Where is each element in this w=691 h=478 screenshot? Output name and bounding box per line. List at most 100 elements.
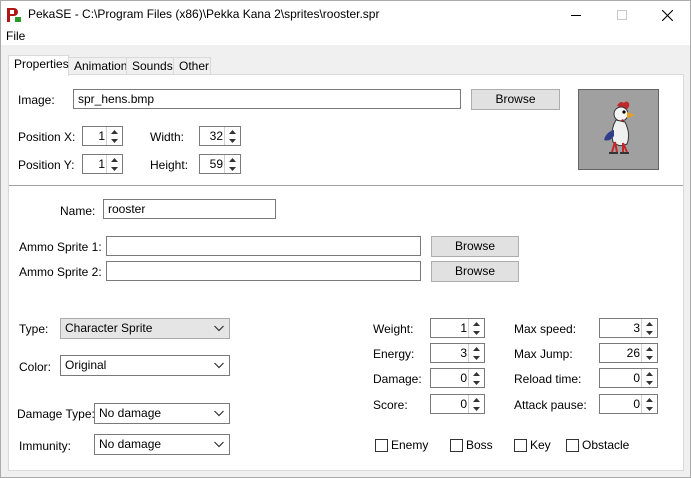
spin-up-icon[interactable] (107, 127, 122, 136)
damage-spinner[interactable]: 0 (430, 368, 485, 388)
spin-down-icon[interactable] (107, 164, 122, 173)
tab-other[interactable]: Other (173, 57, 211, 75)
type-value: Character Sprite (65, 321, 153, 335)
reload-time-spinner[interactable]: 0 (599, 368, 658, 388)
maximize-button[interactable] (599, 1, 645, 29)
energy-label: Energy: (373, 347, 415, 361)
minimize-button[interactable] (553, 1, 599, 29)
spin-down-icon[interactable] (469, 353, 484, 362)
immunity-value: No damage (99, 437, 162, 451)
spin-down-icon[interactable] (642, 328, 657, 337)
energy-value: 3 (460, 346, 467, 360)
max-speed-spinner[interactable]: 3 (599, 318, 658, 338)
width-label: Width: (150, 130, 185, 144)
boss-checkbox-label[interactable]: Boss (466, 438, 493, 452)
menu-file[interactable]: File (6, 29, 25, 43)
score-label: Score: (373, 398, 408, 412)
close-icon (661, 9, 673, 21)
reload-time-label: Reload time: (514, 372, 582, 386)
chevron-down-icon (214, 410, 224, 417)
obstacle-checkbox[interactable] (566, 439, 579, 452)
spin-down-icon[interactable] (225, 136, 240, 145)
color-dropdown[interactable]: Original (60, 355, 230, 376)
key-checkbox[interactable] (514, 439, 527, 452)
energy-spinner[interactable]: 3 (430, 343, 485, 363)
rooster-sprite-image (604, 101, 635, 154)
reload-time-value: 0 (633, 371, 640, 385)
title-bar[interactable]: PekaSE - C:\Program Files (x86)\Pekka Ka… (1, 1, 690, 29)
spin-up-icon[interactable] (642, 344, 657, 353)
position-x-label: Position X: (18, 130, 76, 144)
height-spinner[interactable]: 59 (199, 154, 241, 174)
close-button[interactable] (644, 1, 690, 29)
chevron-down-icon (214, 362, 224, 369)
spin-up-icon[interactable] (107, 155, 122, 164)
ammo-sprite-1-label: Ammo Sprite 1: (19, 240, 102, 254)
spin-down-icon[interactable] (469, 404, 484, 413)
sprite-preview (578, 89, 659, 170)
ammo-sprite-2-field[interactable] (106, 261, 421, 281)
tab-properties[interactable]: Properties (8, 55, 69, 76)
spin-up-icon[interactable] (642, 395, 657, 404)
spin-down-icon[interactable] (469, 328, 484, 337)
max-speed-value: 3 (633, 321, 640, 335)
type-label: Type: (19, 322, 49, 336)
boss-checkbox[interactable] (450, 439, 463, 452)
width-spinner[interactable]: 32 (199, 126, 241, 146)
spin-up-icon[interactable] (225, 127, 240, 136)
spin-down-icon[interactable] (642, 404, 657, 413)
damage-value: 0 (460, 371, 467, 385)
spin-up-icon[interactable] (469, 369, 484, 378)
damage-type-dropdown[interactable]: No damage (94, 403, 230, 424)
ammo-sprite-1-field[interactable] (106, 236, 421, 256)
spin-down-icon[interactable] (107, 136, 122, 145)
menu-bar: File (1, 29, 690, 45)
immunity-dropdown[interactable]: No damage (94, 434, 230, 455)
position-x-spinner[interactable]: 1 (82, 126, 123, 146)
spin-up-icon[interactable] (469, 319, 484, 328)
ammo-sprite-1-browse-button[interactable]: Browse (431, 236, 519, 257)
type-dropdown[interactable]: Character Sprite (60, 318, 230, 339)
max-speed-label: Max speed: (514, 322, 577, 336)
spin-down-icon[interactable] (642, 353, 657, 362)
chevron-down-icon (214, 325, 224, 332)
position-y-value: 1 (98, 157, 105, 171)
spin-down-icon[interactable] (642, 378, 657, 387)
damage-type-label: Damage Type: (17, 407, 95, 421)
score-spinner[interactable]: 0 (430, 394, 485, 414)
name-field[interactable]: rooster (103, 199, 276, 219)
color-label: Color: (19, 360, 52, 374)
key-checkbox-label[interactable]: Key (530, 438, 551, 452)
width-value: 32 (209, 129, 223, 143)
obstacle-checkbox-label[interactable]: Obstacle (582, 438, 629, 452)
enemy-checkbox-label[interactable]: Enemy (391, 438, 428, 452)
spin-down-icon[interactable] (225, 164, 240, 173)
spin-up-icon[interactable] (469, 395, 484, 404)
maximize-icon (617, 10, 627, 20)
image-field[interactable]: spr_hens.bmp (73, 89, 461, 109)
damage-label: Damage: (373, 372, 422, 386)
weight-value: 1 (460, 321, 467, 335)
tab-sounds[interactable]: Sounds (126, 57, 174, 75)
weight-spinner[interactable]: 1 (430, 318, 485, 338)
weight-label: Weight: (373, 322, 414, 336)
position-y-spinner[interactable]: 1 (82, 154, 123, 174)
properties-panel: Image: spr_hens.bmp Browse Position X: 1 (8, 74, 684, 471)
spin-up-icon[interactable] (225, 155, 240, 164)
minimize-icon (571, 15, 581, 16)
max-jump-spinner[interactable]: 26 (599, 343, 658, 363)
window-title: PekaSE - C:\Program Files (x86)\Pekka Ka… (28, 7, 380, 21)
image-label: Image: (18, 93, 55, 107)
spin-up-icon[interactable] (642, 319, 657, 328)
spin-down-icon[interactable] (469, 378, 484, 387)
spin-up-icon[interactable] (642, 369, 657, 378)
enemy-checkbox[interactable] (375, 439, 388, 452)
ammo-sprite-2-browse-button[interactable]: Browse (431, 261, 519, 282)
attack-pause-spinner[interactable]: 0 (599, 394, 658, 414)
main-window: PekaSE - C:\Program Files (x86)\Pekka Ka… (0, 0, 691, 478)
spin-up-icon[interactable] (469, 344, 484, 353)
damage-type-value: No damage (99, 406, 162, 420)
image-browse-button[interactable]: Browse (471, 89, 560, 110)
tab-animation[interactable]: Animation (68, 57, 127, 75)
immunity-label: Immunity: (19, 439, 72, 453)
